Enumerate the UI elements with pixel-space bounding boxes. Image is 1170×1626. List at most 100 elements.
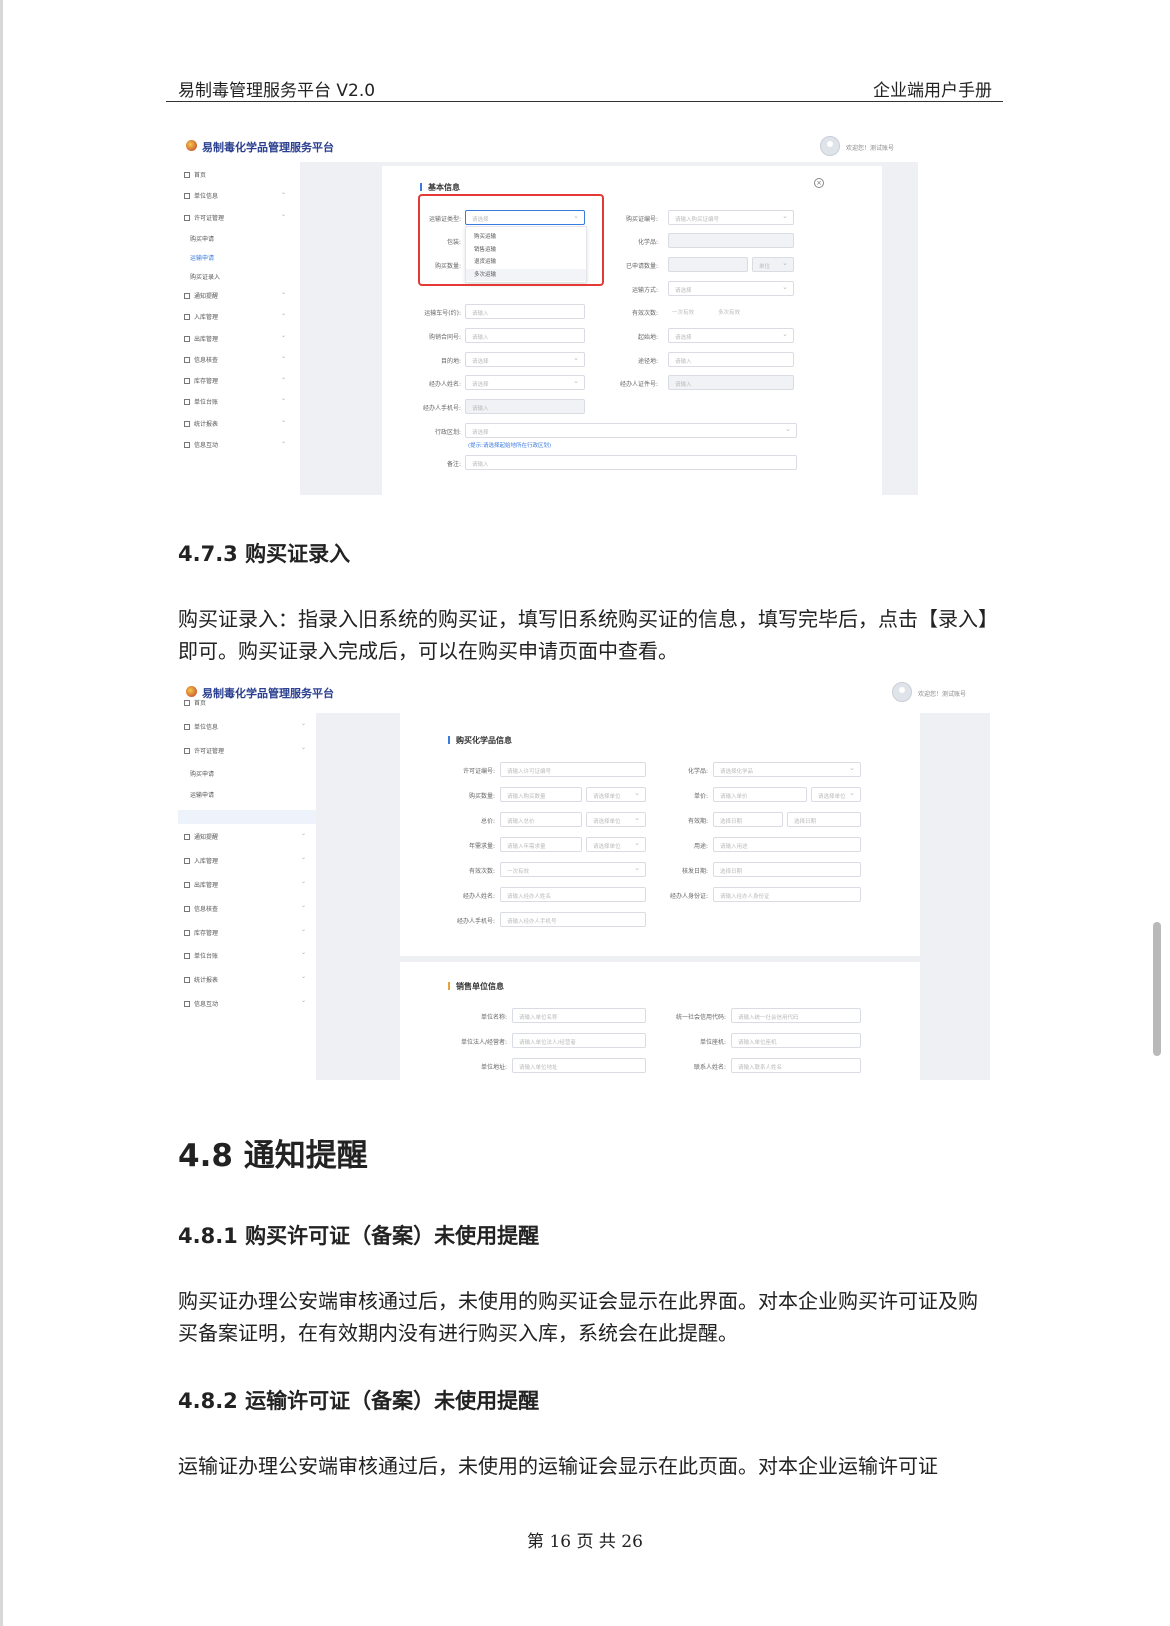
row1-right-5-input[interactable]: 请输入经办人身份证 <box>713 887 861 902</box>
row2-left-2-input[interactable]: 请输入单位地址 <box>512 1058 646 1073</box>
row1-right-2-input[interactable]: 选择日期 <box>713 812 783 827</box>
right-field-6-input[interactable]: 请输入 <box>668 352 794 367</box>
sidebar-item-3[interactable]: 通知提醒 ⌄ <box>184 289 286 300</box>
left-field-8-input[interactable]: 请输入 <box>465 399 585 414</box>
sidebar-item-label: 出库管理 <box>194 335 219 343</box>
radio-multi[interactable]: 多次有效 <box>718 308 740 316</box>
left-field-4-label: 运输车号(约): <box>424 310 461 317</box>
row2-left-0-label: 单位名称: <box>480 1014 507 1021</box>
row1-right-1-input[interactable]: 请输入单价 <box>713 787 807 802</box>
row1-left-0-label: 许可证编号: <box>462 768 495 775</box>
sidebar-item-0[interactable]: 首页 <box>184 698 306 707</box>
close-icon[interactable]: × <box>814 178 824 188</box>
row2-right-1-input[interactable]: 请输入单位座机 <box>731 1033 861 1048</box>
sidebar-item-2[interactable]: 许可证管理 ⌄ <box>184 211 286 222</box>
chevron-down-icon: ⌄ <box>300 878 306 885</box>
right-field-5-input[interactable]: 请选择 <box>668 328 794 343</box>
sidebar-item-3[interactable]: 通知提醒 ⌄ <box>184 830 306 841</box>
right-field-1-input[interactable] <box>668 233 794 248</box>
sidebar-item-1[interactable]: 单位信息 ⌄ <box>184 720 306 731</box>
left-field-4-input[interactable]: 请输入 <box>465 304 585 319</box>
sidebar-subitem-0[interactable]: 购买申请 <box>190 234 214 243</box>
right-field-3-label: 运输方式: <box>631 287 658 294</box>
user-greeting[interactable]: 欢迎您！测试账号 <box>918 689 966 698</box>
sidebar-subitem-1[interactable]: 运输申请 <box>190 253 214 262</box>
section-title-purchase-chemical: 购买化学品信息 <box>448 735 512 746</box>
page-edge <box>0 0 3 1626</box>
sidebar-item-6[interactable]: 信息核查 ⌄ <box>184 353 286 364</box>
sidebar-item-9[interactable]: 统计报表 ⌄ <box>184 417 286 428</box>
left-field-5-input[interactable]: 请输入 <box>465 328 585 343</box>
sidebar-item-0[interactable]: 首页 <box>184 170 286 179</box>
sidebar-item-10[interactable]: 信息互动 ⌄ <box>184 997 306 1008</box>
row1-right-0-input[interactable]: 请选择化学品 <box>713 762 861 777</box>
row2-right-2-input[interactable]: 请输入联系人姓名 <box>731 1058 861 1073</box>
menu-icon <box>184 834 190 841</box>
sidebar-item-10[interactable]: 信息互动 ⌄ <box>184 438 286 449</box>
row1-right-3-input[interactable]: 请输入用途 <box>713 837 861 852</box>
emblem-icon <box>186 686 197 697</box>
sidebar-item-label: 库存管理 <box>194 929 219 937</box>
menu-icon <box>184 700 190 706</box>
screenshot-purchase-entry: 易制毒化学品管理服务平台 欢迎您！测试账号 首页 单位信息 ⌄ 许可证管理 ⌄ 购买申请 运输申… <box>178 678 990 1080</box>
sidebar-item-8[interactable]: 单位台账 ⌄ <box>184 949 306 960</box>
scrollbar[interactable] <box>1153 922 1161 1056</box>
row1-left-4-input[interactable]: 一次有效 <box>500 862 646 877</box>
sidebar-subitem-1[interactable]: 运输申请 <box>190 790 214 799</box>
right-field-0-input[interactable]: 请输入购买证编号 <box>668 210 794 225</box>
chevron-down-icon: ⌄ <box>300 830 306 838</box>
sidebar-item-5[interactable]: 出库管理 ⌄ <box>184 878 306 889</box>
sidebar-item-7[interactable]: 库存管理 ⌄ <box>184 374 286 385</box>
radio-once[interactable]: 一次有效 <box>672 308 694 316</box>
region-hint-link[interactable]: (提示:请选择起始地所在行政区划) <box>468 441 551 449</box>
left-field-6-input[interactable]: 请选择 <box>465 352 585 367</box>
unit-select[interactable]: 单位 <box>752 257 794 272</box>
row1-left-2-input[interactable]: 请输入总价 <box>500 812 582 827</box>
row1-left-6-input[interactable]: 请输入经办人手机号 <box>500 912 646 927</box>
content-gutter-right <box>920 713 990 1080</box>
sidebar-item-5[interactable]: 出库管理 ⌄ <box>184 332 286 343</box>
sidebar-item-label: 统计报表 <box>194 977 219 985</box>
right-field-7-input[interactable]: 请输入 <box>668 375 794 390</box>
sidebar-item-6[interactable]: 信息核查 ⌄ <box>184 901 306 913</box>
row1-left-0-input[interactable]: 请输入许可证编号 <box>500 762 646 777</box>
menu-icon <box>184 977 190 984</box>
chevron-down-icon: ⌄ <box>300 901 306 909</box>
right-field-5-label: 起始地: <box>637 334 658 341</box>
avatar[interactable] <box>820 136 840 156</box>
sidebar-item-4[interactable]: 入库管理 ⌄ <box>184 310 286 321</box>
row1-left-3-input[interactable]: 请输入年需求量 <box>500 837 582 852</box>
menu-icon <box>184 335 190 342</box>
sidebar-subitem-2[interactable]: 购买证录入 <box>190 272 220 281</box>
avatar[interactable] <box>892 682 912 702</box>
right-field-2-input[interactable] <box>668 257 748 272</box>
row1-left-1-input[interactable]: 请输入购买数量 <box>500 787 582 802</box>
left-field-7-input[interactable]: 请选择 <box>465 375 585 390</box>
left-field-9-input[interactable]: 请选择 <box>465 423 797 438</box>
sidebar-item-label: 出库管理 <box>194 882 219 889</box>
row1-right-unit-1[interactable]: 请选择单位 <box>811 787 861 802</box>
menu-icon <box>184 442 190 448</box>
row2-left-1-input[interactable]: 请输入单位法人/经营者 <box>512 1033 646 1048</box>
row1-right-4-input[interactable]: 选择日期 <box>713 862 861 877</box>
chevron-down-icon: ⌄ <box>280 374 286 382</box>
row1-left-5-input[interactable]: 请输入经办人姓名 <box>500 887 646 902</box>
sidebar-item-7[interactable]: 库存管理 ⌄ <box>184 926 306 937</box>
sidebar-item-2[interactable]: 许可证管理 ⌄ <box>184 744 306 755</box>
sidebar-subitem-0[interactable]: 购买申请 <box>190 769 214 778</box>
user-greeting[interactable]: 欢迎您！测试账号 <box>846 143 894 152</box>
row2-right-0-input[interactable]: 请输入统一社会信用代码 <box>731 1008 861 1023</box>
row1-right-end-2[interactable]: 选择日期 <box>787 812 861 827</box>
row2-left-0-input[interactable]: 请输入单位名称 <box>512 1008 646 1023</box>
right-field-3-input[interactable]: 请选择 <box>668 281 794 296</box>
sidebar-item-9[interactable]: 统计报表 ⌄ <box>184 973 306 985</box>
sidebar-item-4[interactable]: 入库管理 ⌄ <box>184 854 306 865</box>
sidebar-item-8[interactable]: 单位台账 ⌄ <box>184 395 286 406</box>
menu-icon <box>184 214 190 221</box>
menu-icon <box>184 399 190 406</box>
left-field-7-label: 经办人姓名: <box>428 381 461 388</box>
top-divider <box>300 162 918 166</box>
left-field-10-input[interactable]: 请输入 <box>465 455 797 470</box>
sidebar-item-1[interactable]: 单位信息 ⌄ <box>184 189 286 200</box>
content-gutter <box>316 713 400 1080</box>
